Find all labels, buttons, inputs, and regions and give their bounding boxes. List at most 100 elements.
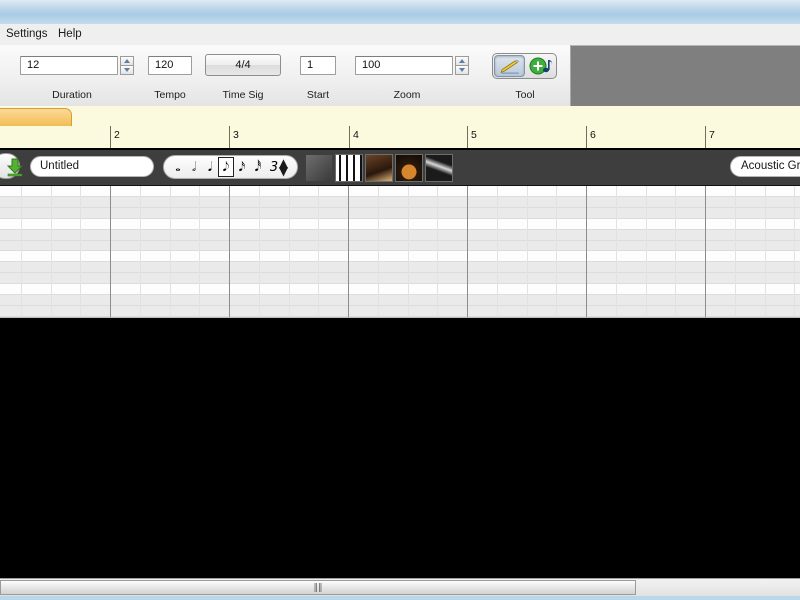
drums-icon[interactable] xyxy=(395,154,423,182)
guitar-icon[interactable] xyxy=(365,154,393,182)
grid-beat-line xyxy=(527,186,528,317)
instrument-select[interactable]: Acoustic Grand Piano xyxy=(730,156,800,177)
duration-label: Duration xyxy=(52,89,92,101)
grid-measure-line xyxy=(705,186,706,317)
timesig-group: 4/4 Time Sig xyxy=(205,45,281,106)
ruler-mark: 3 xyxy=(229,126,239,148)
tool-group: Tool xyxy=(492,45,558,106)
grid-beat-line xyxy=(289,186,290,317)
grid-beat-line xyxy=(616,186,617,317)
score-icon[interactable] xyxy=(305,154,333,182)
toolbar: 12 Duration 120 Tempo 4/4 Time Sig 1 Sta… xyxy=(0,45,571,107)
zoom-label: Zoom xyxy=(393,89,421,101)
time-signature-button[interactable]: 4/4 xyxy=(205,54,281,76)
bass-icon[interactable] xyxy=(425,154,453,182)
grid-beat-line xyxy=(318,186,319,317)
horizontal-scrollbar-thumb[interactable]: ‖‖ xyxy=(0,580,636,595)
grid-measure-line xyxy=(110,186,111,317)
timesig-label: Time Sig xyxy=(222,89,264,101)
grid-beat-line xyxy=(675,186,676,317)
duration-input[interactable]: 12 xyxy=(20,56,118,75)
application-window: Settings Help 12 Duration 120 Tempo 4/4 … xyxy=(0,0,800,600)
add-note-icon xyxy=(529,57,552,75)
zoom-group: 100 Zoom xyxy=(355,45,473,106)
ruler-label: 7 xyxy=(709,129,715,141)
pencil-tool-button[interactable] xyxy=(494,55,525,77)
title-bar xyxy=(0,0,800,25)
ruler-label: 3 xyxy=(233,129,239,141)
note-duration-stepper[interactable]: ▲ ▼ xyxy=(277,157,290,177)
ruler-mark: 6 xyxy=(586,126,596,148)
duration-group: 12 Duration xyxy=(20,45,135,106)
start-group: 1 Start xyxy=(300,45,336,106)
ruler-mark: 7 xyxy=(705,126,715,148)
ruler-mark: 2 xyxy=(110,126,120,148)
instrument-icon-bar xyxy=(305,154,453,182)
ruler-label: 4 xyxy=(353,129,359,141)
zoom-stepper[interactable] xyxy=(455,56,469,75)
start-label: Start xyxy=(306,89,330,101)
piano-roll-grid[interactable] xyxy=(0,186,800,318)
collapse-track-button[interactable] xyxy=(0,153,24,179)
ruler-label: 6 xyxy=(590,129,596,141)
pencil-icon xyxy=(500,60,520,74)
start-input[interactable]: 1 xyxy=(300,56,336,75)
grid-measure-line xyxy=(229,186,230,317)
horizontal-scrollbar[interactable]: ‖‖ xyxy=(0,578,800,596)
grid-beat-line xyxy=(556,186,557,317)
grid-measure-line xyxy=(467,186,468,317)
zoom-stepper-down[interactable] xyxy=(455,65,469,75)
duration-stepper-up[interactable] xyxy=(120,56,134,65)
scrollbar-grip: ‖‖ xyxy=(313,583,323,593)
note-whole-button[interactable]: 𝅝 xyxy=(170,157,186,177)
grid-beat-line xyxy=(765,186,766,317)
grid-beat-line xyxy=(259,186,260,317)
tempo-input[interactable]: 120 xyxy=(148,56,192,75)
grid-beat-line xyxy=(140,186,141,317)
status-strip xyxy=(0,596,800,600)
grid-beat-line xyxy=(437,186,438,317)
zoom-input[interactable]: 100 xyxy=(355,56,453,75)
ruler-mark: 4 xyxy=(349,126,359,148)
tempo-label: Tempo xyxy=(154,89,186,101)
grid-beat-line xyxy=(646,186,647,317)
note-thirtysecond-button[interactable]: 𝅘𝅥𝅰 xyxy=(250,157,266,177)
track-name-input[interactable]: Untitled xyxy=(30,156,154,177)
note-stepper-down[interactable]: ▼ xyxy=(277,165,290,177)
duration-stepper-down[interactable] xyxy=(120,65,134,75)
menu-bar: Settings Help xyxy=(0,24,800,46)
grid-measure-line xyxy=(586,186,587,317)
ruler-label: 2 xyxy=(114,129,120,141)
tool-button-bar xyxy=(492,53,557,79)
grid-beat-line xyxy=(170,186,171,317)
add-note-tool-button[interactable] xyxy=(525,55,555,77)
piano-icon[interactable] xyxy=(335,154,363,182)
duration-stepper[interactable] xyxy=(120,56,134,75)
grid-beat-line xyxy=(21,186,22,317)
track-tab[interactable] xyxy=(0,108,72,126)
grid-beat-line xyxy=(794,186,795,317)
menu-settings[interactable]: Settings xyxy=(2,27,52,41)
grid-beat-line xyxy=(408,186,409,317)
download-arrow-icon xyxy=(6,158,24,177)
track-header-bar: Untitled 𝅝 𝅗𝅥 𝅘𝅥 𝅘𝅥𝅮 𝅘𝅥𝅯 𝅘𝅥𝅰 3 ▲ ▼ Acoustic Gran… xyxy=(0,150,800,186)
grid-measure-line xyxy=(348,186,349,317)
ruler-mark: 5 xyxy=(467,126,477,148)
tempo-group: 120 Tempo xyxy=(148,45,192,106)
grid-beat-line xyxy=(199,186,200,317)
grid-beat-line xyxy=(735,186,736,317)
grid-beat-line xyxy=(80,186,81,317)
tool-label: Tool xyxy=(515,89,535,101)
note-sixteenth-button[interactable]: 𝅘𝅥𝅯 xyxy=(234,157,250,177)
menu-help[interactable]: Help xyxy=(54,27,86,41)
zoom-stepper-up[interactable] xyxy=(455,56,469,65)
measure-ruler[interactable]: 2 3 4 5 6 7 xyxy=(0,126,800,150)
editor-background[interactable] xyxy=(0,318,800,578)
note-eighth-button[interactable]: 𝅘𝅥𝅮 xyxy=(218,157,234,177)
grid-beat-line xyxy=(497,186,498,317)
track-tab-strip xyxy=(0,106,800,127)
grid-beat-line xyxy=(378,186,379,317)
note-quarter-button[interactable]: 𝅘𝅥 xyxy=(202,157,218,177)
note-half-button[interactable]: 𝅗𝅥 xyxy=(186,157,202,177)
note-duration-selector: 𝅝 𝅗𝅥 𝅘𝅥 𝅘𝅥𝅮 𝅘𝅥𝅯 𝅘𝅥𝅰 3 ▲ ▼ xyxy=(163,155,298,179)
